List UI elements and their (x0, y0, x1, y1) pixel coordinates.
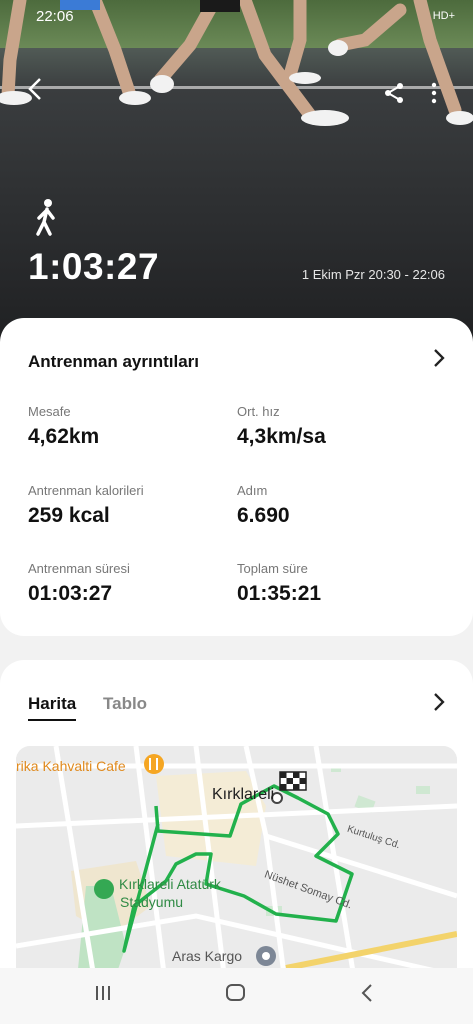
metric-distance: Mesafe 4,62km (28, 404, 99, 449)
route-map[interactable]: rika Kahvalti Cafe Kırklareli Kırklareli… (16, 746, 457, 990)
metric-label: Antrenman kalorileri (28, 483, 144, 498)
metric-avg-speed: Ort. hız 4,3km/sa (237, 404, 326, 449)
metric-unit: km/sa (266, 425, 326, 448)
metric-steps: Adım 6.690 (237, 483, 290, 528)
metric-total-time: Toplam süre 01:35:21 (237, 561, 321, 606)
metric-value: 6.690 (237, 504, 290, 527)
metric-value: 01:03:27 (28, 582, 113, 605)
metric-value: 4,62 (28, 425, 69, 448)
metric-label: Ort. hız (237, 404, 280, 419)
status-time: 22:06 (36, 8, 74, 25)
metric-value: 259 (28, 504, 64, 527)
home-icon[interactable] (225, 982, 247, 1009)
workout-details-card: Antrenman ayrıntıları Mesafe 4,62km Ort.… (0, 318, 473, 636)
chevron-right-icon[interactable] (433, 692, 445, 718)
tab-map[interactable]: Harita (28, 694, 77, 721)
share-icon[interactable] (383, 80, 405, 111)
map-label-stadium-2: Stadyumu (120, 894, 184, 910)
status-network: HD+ (432, 10, 455, 22)
system-navigation-bar (0, 968, 473, 1024)
workout-duration: 1:03:27 (28, 246, 160, 287)
map-label-city: Kırklareli (212, 786, 275, 803)
metric-value: 4,3 (237, 425, 267, 448)
tab-table[interactable]: Tablo (103, 694, 147, 714)
more-vertical-icon[interactable] (430, 80, 438, 111)
metric-unit: km (68, 425, 100, 448)
back-icon[interactable] (360, 982, 374, 1009)
metric-workout-time: Antrenman süresi 01:03:27 (28, 561, 130, 606)
map-label-stadium: Kırklareli Atatürk (119, 876, 221, 892)
metric-value: 01:35:21 (237, 582, 322, 605)
hero-image: 22:06 HD+ 1:03:27 1 Ekim Pzr 20:30 - 22:… (0, 0, 473, 350)
chevron-right-icon[interactable] (433, 348, 445, 374)
chevron-left-icon[interactable] (26, 76, 44, 109)
metric-label: Adım (237, 483, 268, 498)
walking-icon (34, 198, 60, 241)
map-label-cafe: rika Kahvalti Cafe (16, 758, 126, 774)
map-label-cargo: Aras Kargo (172, 948, 243, 964)
metric-unit: kcal (68, 504, 110, 527)
map-card: Harita Tablo rika Kahvalti Cafe Kırklare… (0, 660, 473, 990)
workout-date-range: 1 Ekim Pzr 20:30 - 22:06 (301, 267, 445, 282)
metric-label: Mesafe (28, 404, 71, 419)
workout-details-title[interactable]: Antrenman ayrıntıları (28, 352, 199, 372)
metric-label: Toplam süre (237, 561, 308, 576)
recent-apps-icon[interactable] (92, 982, 114, 1009)
metric-label: Antrenman süresi (28, 561, 130, 576)
metric-calories: Antrenman kalorileri 259 kcal (28, 483, 144, 528)
